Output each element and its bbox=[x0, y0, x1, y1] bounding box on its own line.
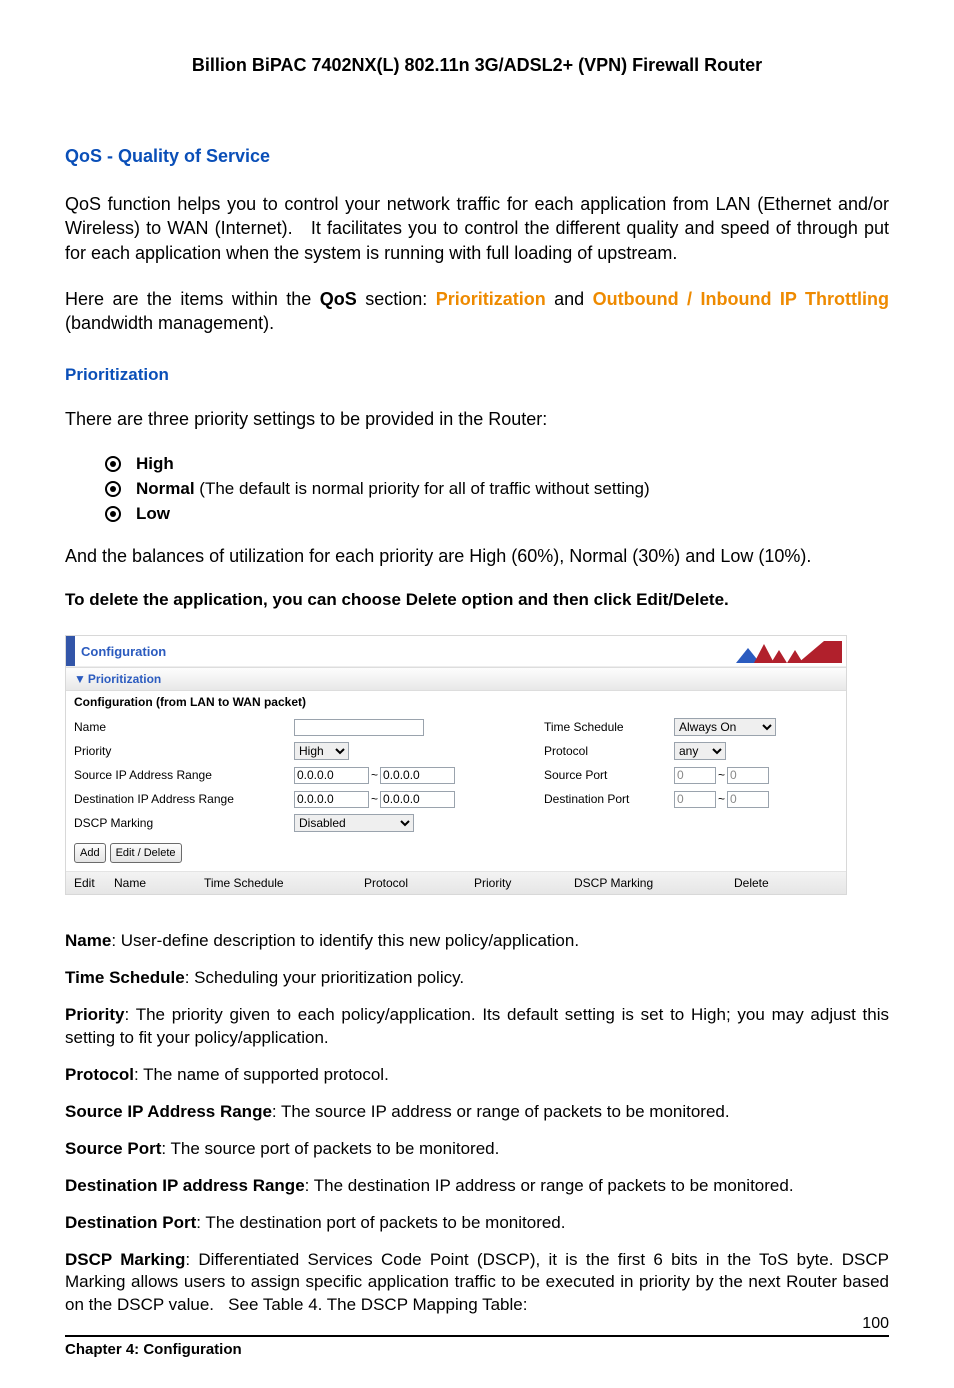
brand-logo bbox=[736, 641, 842, 663]
col-dscp-marking: DSCP Marking bbox=[574, 876, 734, 890]
bullet-label: Low bbox=[136, 504, 170, 523]
label-priority: Priority bbox=[74, 744, 294, 758]
priority-select[interactable]: High bbox=[294, 742, 349, 760]
section-bar-label: Prioritization bbox=[88, 672, 161, 686]
src-port-to-input[interactable] bbox=[727, 767, 769, 784]
label-dst-ip-range: Destination IP Address Range bbox=[74, 792, 294, 806]
def-source-ip-range: Source IP Address Range: The source IP a… bbox=[65, 1101, 889, 1124]
t: and bbox=[546, 289, 593, 309]
bullet-label: High bbox=[136, 454, 174, 473]
priority-bullets: High Normal (The default is normal prior… bbox=[65, 454, 889, 524]
dst-port-from-input[interactable] bbox=[674, 791, 716, 808]
src-port-from-input[interactable] bbox=[674, 767, 716, 784]
def-priority: Priority: The priority given to each pol… bbox=[65, 1004, 889, 1050]
field-definitions: Name: User-define description to identif… bbox=[65, 930, 889, 1317]
section-bar[interactable]: ▼Prioritization bbox=[66, 667, 846, 691]
link-prioritization: Prioritization bbox=[436, 289, 546, 309]
time-schedule-select[interactable]: Always On bbox=[674, 718, 776, 736]
link-throttling: Outbound / Inbound IP Throttling bbox=[593, 289, 889, 309]
sub-heading-prioritization: Prioritization bbox=[65, 365, 889, 385]
range-tilde: ~ bbox=[718, 768, 725, 782]
label-dscp-marking: DSCP Marking bbox=[74, 816, 294, 830]
col-protocol: Protocol bbox=[364, 876, 474, 890]
bullet-rest: (The default is normal priority for all … bbox=[195, 479, 650, 498]
protocol-select[interactable]: any bbox=[674, 742, 726, 760]
label-src-port: Source Port bbox=[544, 768, 674, 782]
src-ip-to-input[interactable] bbox=[380, 767, 455, 784]
t: Here are the items within the bbox=[65, 289, 320, 309]
label-src-ip-range: Source IP Address Range bbox=[74, 768, 294, 782]
def-dest-port: Destination Port: The destination port o… bbox=[65, 1212, 889, 1235]
intro-para-2: Here are the items within the QoS sectio… bbox=[65, 287, 889, 336]
config-screenshot: Configuration ▼Prioritization Configurat… bbox=[65, 635, 847, 895]
bullet-icon bbox=[105, 481, 121, 497]
bullet-icon bbox=[105, 506, 121, 522]
col-priority: Priority bbox=[474, 876, 574, 890]
qos-bold: QoS bbox=[320, 289, 357, 309]
dst-ip-to-input[interactable] bbox=[380, 791, 455, 808]
col-time-schedule: Time Schedule bbox=[204, 876, 364, 890]
add-button[interactable]: Add bbox=[74, 843, 106, 863]
t: section: bbox=[357, 289, 436, 309]
col-name: Name bbox=[114, 876, 204, 890]
collapse-triangle-icon[interactable]: ▼ bbox=[74, 672, 86, 686]
name-input[interactable] bbox=[294, 719, 424, 736]
def-source-port: Source Port: The source port of packets … bbox=[65, 1138, 889, 1161]
section-title: QoS - Quality of Service bbox=[65, 146, 889, 167]
section-subheading: Configuration (from LAN to WAN packet) bbox=[66, 691, 846, 713]
label-name: Name bbox=[74, 720, 294, 734]
intro-para-1: QoS function helps you to control your n… bbox=[65, 192, 889, 265]
bullet-high: High bbox=[105, 454, 889, 474]
t: (bandwidth management). bbox=[65, 313, 274, 333]
label-dst-port: Destination Port bbox=[544, 792, 674, 806]
page-header: Billion BiPAC 7402NX(L) 802.11n 3G/ADSL2… bbox=[65, 55, 889, 76]
para-priority-settings: There are three priority settings to be … bbox=[65, 407, 889, 431]
dst-ip-from-input[interactable] bbox=[294, 791, 369, 808]
dst-port-to-input[interactable] bbox=[727, 791, 769, 808]
dscp-marking-select[interactable]: Disabled bbox=[294, 814, 414, 832]
para-balances: And the balances of utilization for each… bbox=[65, 544, 889, 568]
list-table-header: Edit Name Time Schedule Protocol Priorit… bbox=[66, 872, 846, 894]
def-dest-ip-range: Destination IP address Range: The destin… bbox=[65, 1175, 889, 1198]
edit-delete-button[interactable]: Edit / Delete bbox=[110, 843, 182, 863]
bullet-normal: Normal (The default is normal priority f… bbox=[105, 479, 889, 499]
def-name: Name: User-define description to identif… bbox=[65, 930, 889, 953]
delete-instruction: To delete the application, you can choos… bbox=[65, 590, 889, 610]
def-time-schedule: Time Schedule: Scheduling your prioritiz… bbox=[65, 967, 889, 990]
col-edit: Edit bbox=[74, 876, 114, 890]
label-time-schedule: Time Schedule bbox=[544, 720, 674, 734]
range-tilde: ~ bbox=[371, 792, 378, 806]
panel-title: Configuration bbox=[81, 644, 166, 659]
def-protocol: Protocol: The name of supported protocol… bbox=[65, 1064, 889, 1087]
footer-chapter: Chapter 4: Configuration bbox=[65, 1341, 242, 1358]
bullet-low: Low bbox=[105, 504, 889, 524]
bullet-label: Normal bbox=[136, 479, 195, 498]
def-dscp-marking: DSCP Marking: Differentiated Services Co… bbox=[65, 1249, 889, 1318]
src-ip-from-input[interactable] bbox=[294, 767, 369, 784]
label-protocol: Protocol bbox=[544, 744, 674, 758]
col-delete: Delete bbox=[734, 876, 838, 890]
page-number: 100 bbox=[862, 1315, 889, 1332]
page-footer: Chapter 4: Configuration bbox=[65, 1335, 889, 1358]
range-tilde: ~ bbox=[371, 768, 378, 782]
bullet-icon bbox=[105, 456, 121, 472]
range-tilde: ~ bbox=[718, 792, 725, 806]
